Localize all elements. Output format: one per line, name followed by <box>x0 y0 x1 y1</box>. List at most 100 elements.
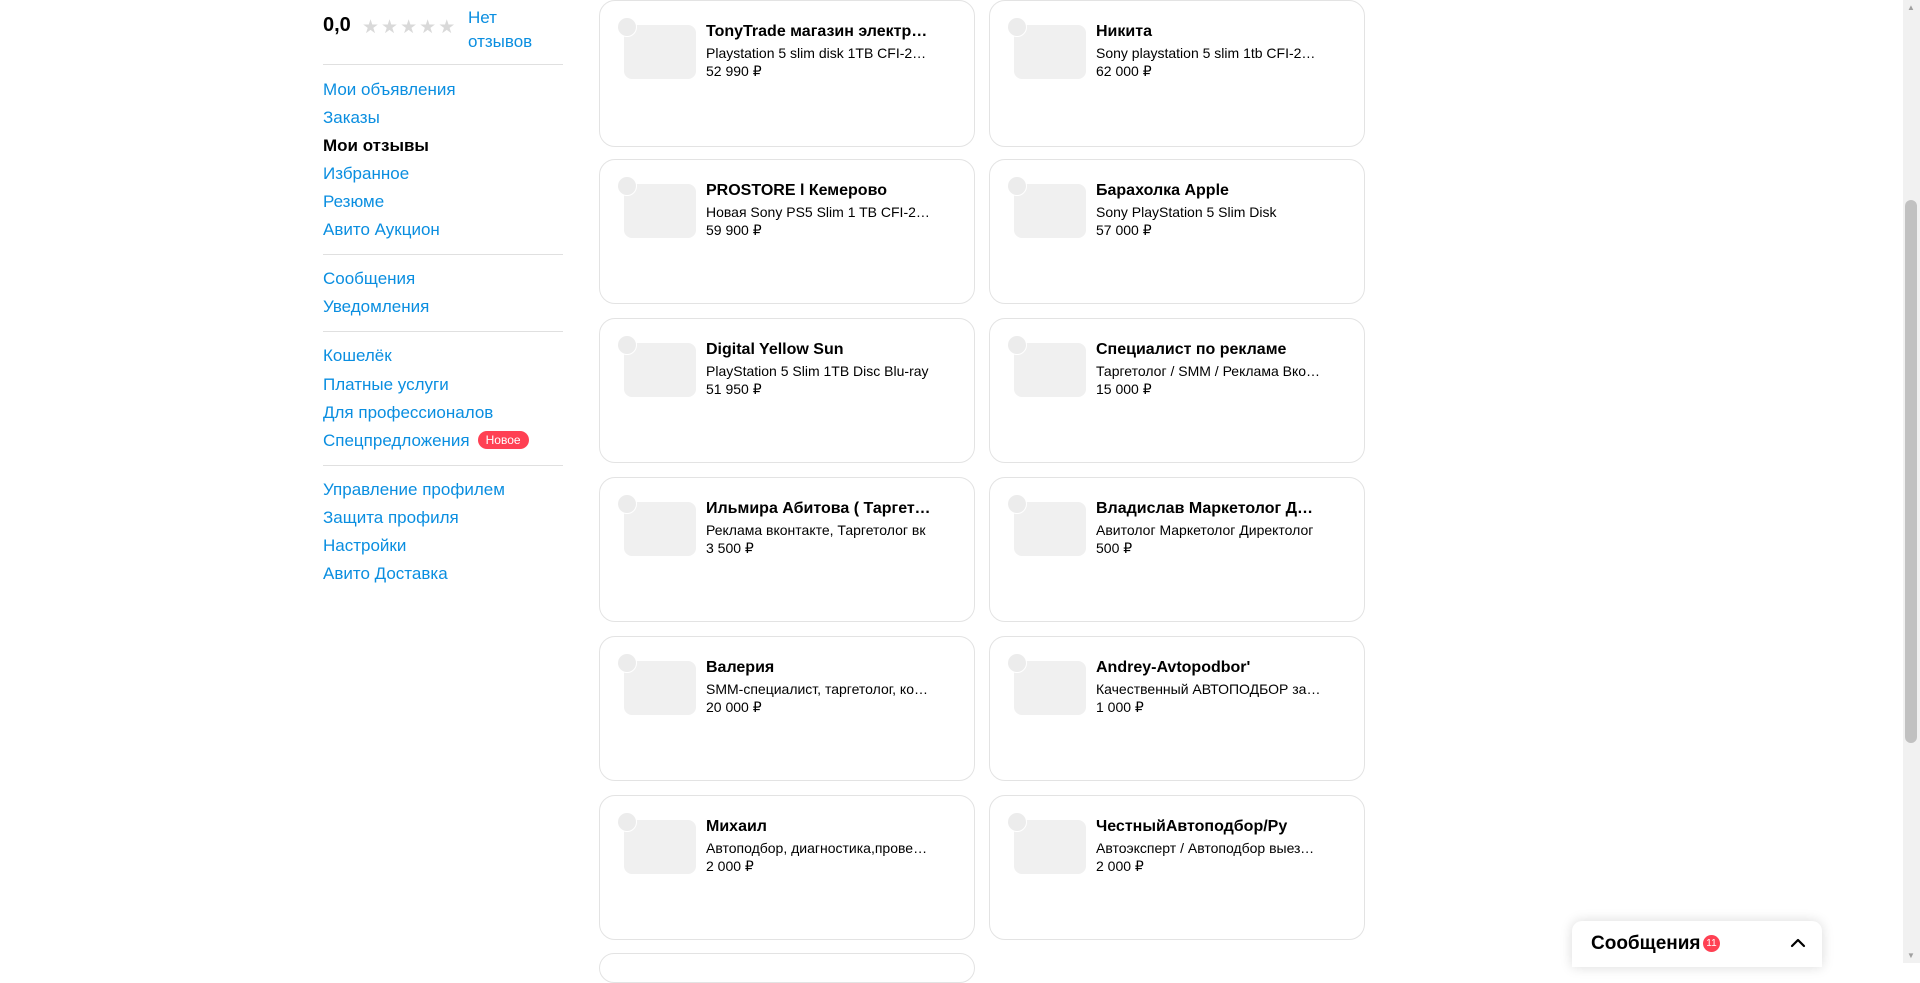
seller-avatar <box>1007 176 1027 196</box>
item-price: 57 000 ₽ <box>1096 222 1152 238</box>
star-icon: ★ <box>362 17 380 38</box>
item-price: 15 000 ₽ <box>1096 381 1152 397</box>
seller-name[interactable]: TonyTrade магазин электроники <box>706 23 931 41</box>
divider <box>323 331 563 332</box>
messages-widget[interactable]: Сообщения 11 <box>1572 921 1822 967</box>
unread-count-badge: 11 <box>1703 935 1720 952</box>
item-title[interactable]: Автоэксперт / Автоподбор выездной <box>1096 840 1321 856</box>
nav-profile-management[interactable]: Управление профилем <box>323 479 505 501</box>
item-price: 62 000 ₽ <box>1096 63 1152 79</box>
item-title[interactable]: Таргетолог / SMM / Реклама Вконтакте <box>1096 363 1321 379</box>
divider <box>323 254 563 255</box>
nav-special-offers[interactable]: Спецпредложения <box>323 431 470 450</box>
item-price: 51 950 ₽ <box>706 381 762 397</box>
seller-avatar <box>617 812 637 832</box>
nav-paid-services[interactable]: Платные услуги <box>323 374 449 396</box>
star-icon: ★ <box>438 17 456 38</box>
seller-avatar <box>1007 335 1027 355</box>
review-card[interactable]: Специалист по рекламе Таргетолог / SMM /… <box>989 318 1365 463</box>
nav-resume[interactable]: Резюме <box>323 191 384 213</box>
nav-avito-auction[interactable]: Авито Аукцион <box>323 219 440 241</box>
seller-name[interactable]: Специалист по рекламе <box>1096 341 1321 359</box>
rating-value: 0,0 <box>323 14 351 36</box>
item-title[interactable]: Автоподбор, диагностика,проверка <box>706 840 931 856</box>
nav-wallet[interactable]: Кошелёк <box>323 345 392 367</box>
seller-avatar <box>617 17 637 37</box>
seller-name[interactable]: PROSTORE l Кемерово <box>706 182 931 200</box>
no-reviews-link[interactable]: Нет отзывов <box>468 6 558 54</box>
item-title[interactable]: PlayStation 5 Slim 1TB Disc Blu-ray <box>706 363 931 379</box>
review-card[interactable]: TonyTrade магазин электроники Playstatio… <box>599 0 975 147</box>
seller-name[interactable]: Валерия <box>706 659 931 677</box>
item-price: 52 990 ₽ <box>706 63 762 79</box>
nav-messages[interactable]: Сообщения <box>323 268 415 290</box>
review-card[interactable]: Михаил Автоподбор, диагностика,проверка … <box>599 795 975 940</box>
item-title[interactable]: Sony playstation 5 slim 1tb CFI-2000 <box>1096 45 1321 61</box>
item-price: 59 900 ₽ <box>706 222 762 238</box>
seller-name[interactable]: Digital Yellow Sun <box>706 341 931 359</box>
page-scrollbar[interactable]: ▲ ▼ <box>1903 0 1920 963</box>
item-title[interactable]: Реклама вконтакте, Таргетолог вк <box>706 522 931 538</box>
review-card[interactable]: Барахолка Apple Sony PlayStation 5 Slim … <box>989 159 1365 304</box>
item-price: 2 000 ₽ <box>1096 858 1144 874</box>
rating-stars: ★ ★ ★ ★ ★ <box>362 18 455 37</box>
seller-avatar <box>617 335 637 355</box>
seller-name[interactable]: ЧестныйАвтоподбор/Ру <box>1096 818 1321 836</box>
review-card[interactable]: Никита Sony playstation 5 slim 1tb CFI-2… <box>989 0 1365 147</box>
review-card[interactable]: Digital Yellow Sun PlayStation 5 Slim 1T… <box>599 318 975 463</box>
nav-notifications[interactable]: Уведомления <box>323 296 429 318</box>
review-card[interactable]: Владислав Маркетолог Директолог Авитолог… <box>989 477 1365 622</box>
item-price: 2 000 ₽ <box>706 858 754 874</box>
nav-settings[interactable]: Настройки <box>323 535 406 557</box>
profile-rating: 0,0 ★ ★ ★ ★ ★ Нет отзывов <box>323 6 563 56</box>
review-card[interactable]: Ильмира Абитова ( Таргетолог ) Реклама в… <box>599 477 975 622</box>
star-icon: ★ <box>400 17 418 38</box>
item-title[interactable]: Sony PlayStation 5 Slim Disk <box>1096 204 1321 220</box>
review-card[interactable]: Andrey-Avtopodbor' Качественный АВТОПОДБ… <box>989 636 1365 781</box>
star-icon: ★ <box>419 17 437 38</box>
messages-widget-label[interactable]: Сообщения <box>1591 933 1701 955</box>
seller-name[interactable]: Владислав Маркетолог Директолог <box>1096 500 1321 518</box>
seller-name[interactable]: Ильмира Абитова ( Таргетолог ) <box>706 500 931 518</box>
seller-name[interactable]: Барахолка Apple <box>1096 182 1321 200</box>
nav-avito-delivery[interactable]: Авито Доставка <box>323 563 448 585</box>
item-price: 1 000 ₽ <box>1096 699 1144 715</box>
item-price: 3 500 ₽ <box>706 540 754 556</box>
seller-avatar <box>617 653 637 673</box>
seller-avatar <box>617 176 637 196</box>
nav-orders[interactable]: Заказы <box>323 107 380 129</box>
item-title[interactable]: Новая Sony PS5 Slim 1 TB CFI-2000 <box>706 204 931 220</box>
item-price: 20 000 ₽ <box>706 699 762 715</box>
nav-my-reviews[interactable]: Мои отзывы <box>323 135 429 157</box>
item-title[interactable]: Playstation 5 slim disk 1TB CFI-2000 <box>706 45 931 61</box>
nav-special-offers-row[interactable]: Спецпредложения Новое <box>323 430 529 452</box>
chevron-up-icon[interactable] <box>1788 933 1808 953</box>
new-badge: Новое <box>477 431 529 449</box>
review-card[interactable]: PROSTORE l Кемерово Новая Sony PS5 Slim … <box>599 159 975 304</box>
review-card[interactable]: ЧестныйАвтоподбор/Ру Автоэксперт / Автоп… <box>989 795 1365 940</box>
review-card-partial[interactable] <box>599 953 975 983</box>
seller-avatar <box>1007 494 1027 514</box>
divider <box>323 465 563 466</box>
item-title[interactable]: Авитолог Маркетолог Директолог <box>1096 522 1321 538</box>
scroll-down-arrow-icon[interactable]: ▼ <box>1907 951 1915 960</box>
scrollbar-thumb[interactable] <box>1905 200 1917 743</box>
nav-my-ads[interactable]: Мои объявления <box>323 79 456 101</box>
seller-avatar <box>1007 653 1027 673</box>
seller-name[interactable]: Andrey-Avtopodbor' <box>1096 659 1321 677</box>
seller-avatar <box>1007 17 1027 37</box>
nav-for-professionals[interactable]: Для профессионалов <box>323 402 493 424</box>
divider <box>323 64 563 65</box>
seller-avatar <box>1007 812 1027 832</box>
star-icon: ★ <box>381 17 399 38</box>
item-title[interactable]: Качественный АВТОПОДБОР за 1 день <box>1096 681 1321 697</box>
scroll-up-arrow-icon[interactable]: ▲ <box>1907 3 1915 12</box>
nav-favorites[interactable]: Избранное <box>323 163 409 185</box>
item-price: 500 ₽ <box>1096 540 1133 556</box>
item-title[interactable]: SMM-специалист, таргетолог, контент <box>706 681 931 697</box>
seller-avatar <box>617 494 637 514</box>
review-card[interactable]: Валерия SMM-специалист, таргетолог, конт… <box>599 636 975 781</box>
seller-name[interactable]: Никита <box>1096 23 1321 41</box>
seller-name[interactable]: Михаил <box>706 818 931 836</box>
nav-profile-protection[interactable]: Защита профиля <box>323 507 459 529</box>
